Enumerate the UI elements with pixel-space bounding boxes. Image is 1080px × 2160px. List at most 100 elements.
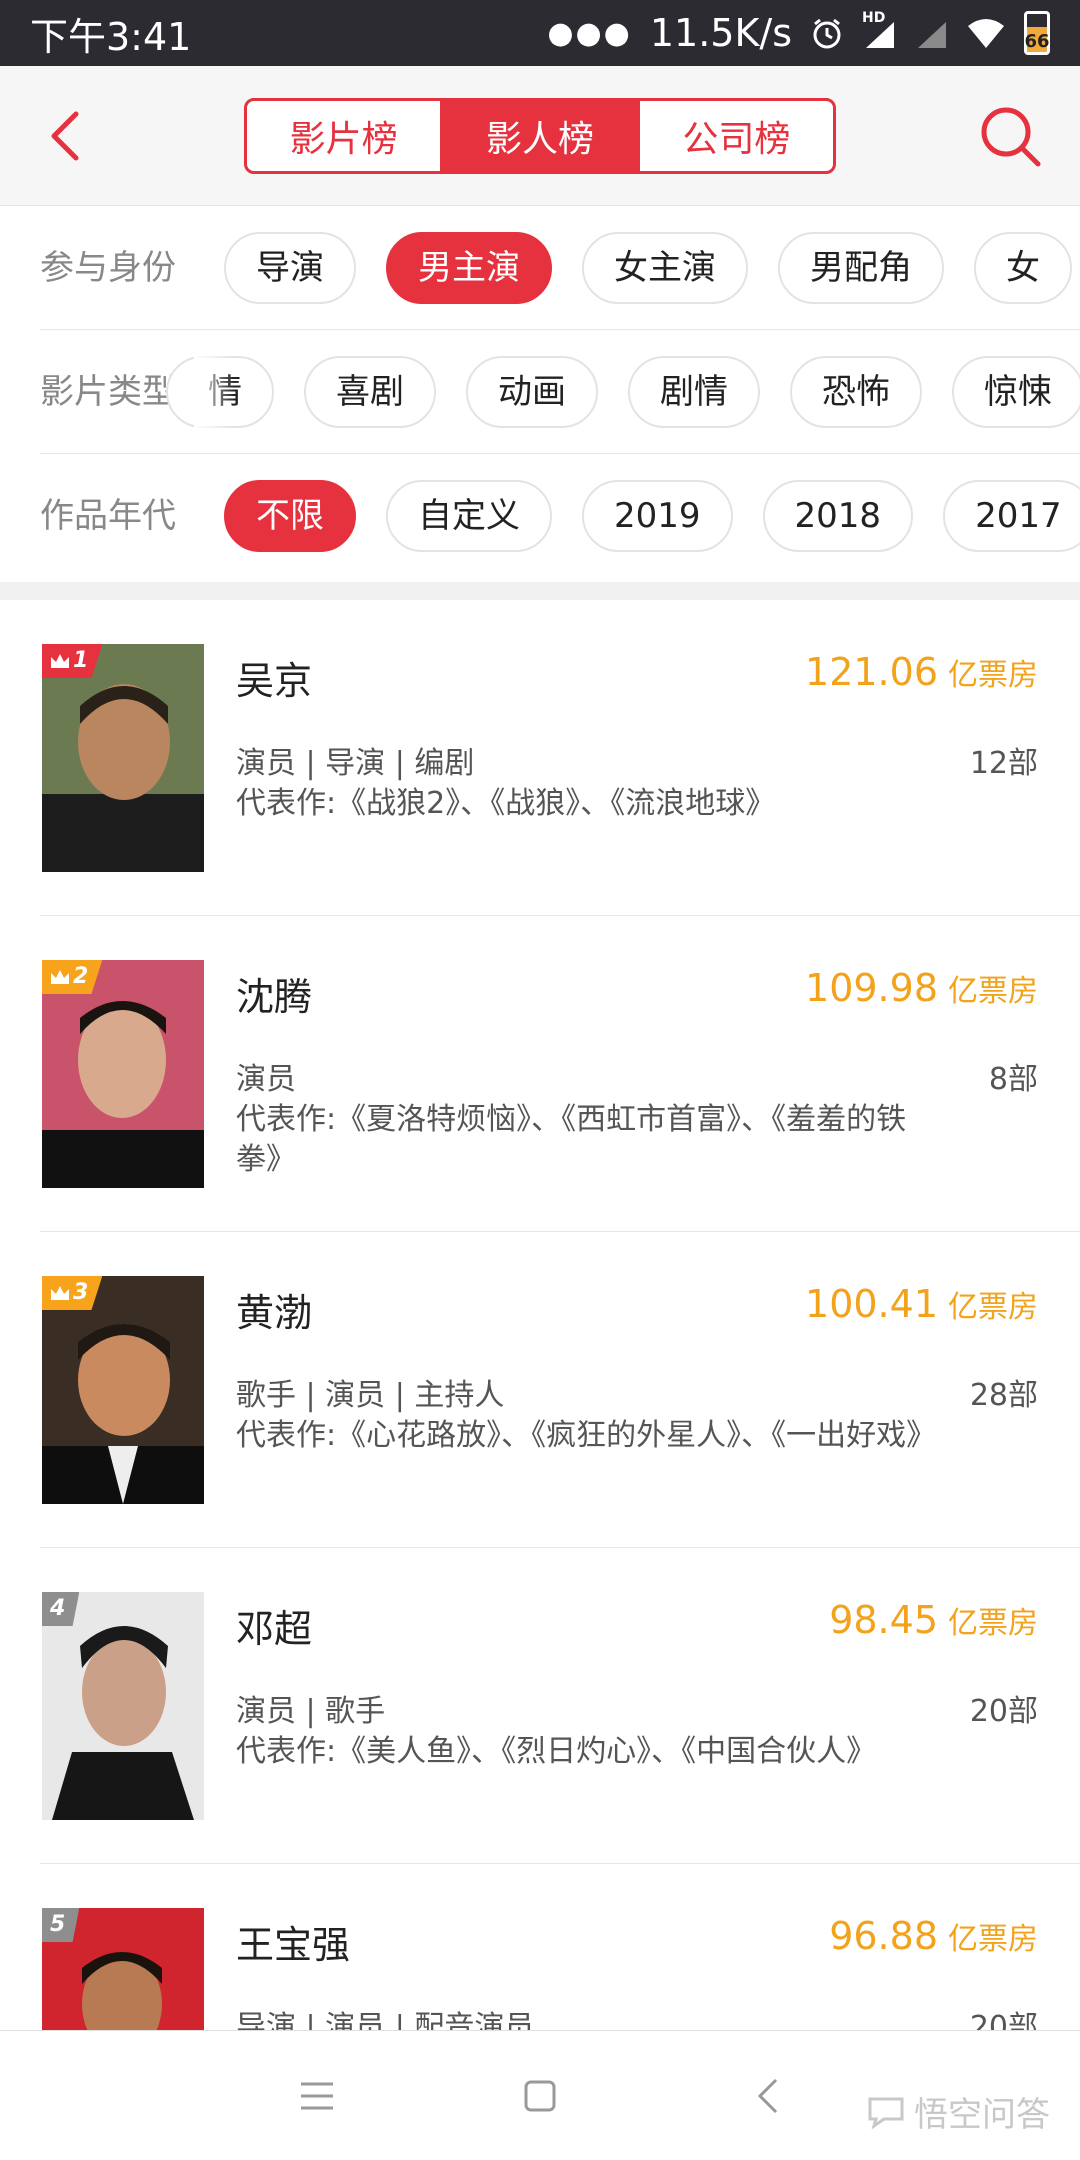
status-bar: 下午3:41 ●●● 11.5K/s HD 66 [0, 0, 1080, 66]
rank-number: 1 [73, 648, 89, 673]
box-office-value: 109.98 [805, 966, 938, 1010]
chip-female-supporting[interactable]: 女 [974, 232, 1072, 304]
system-back-button[interactable] [733, 2061, 803, 2131]
status-time: 下午3:41 [30, 14, 192, 59]
filter-label-genre: 影片类型 [40, 372, 176, 412]
network-speed: 11.5K/s [649, 11, 792, 55]
chip-female-lead[interactable]: 女主演 [582, 232, 748, 304]
system-nav-bar: 悟空问答 [0, 2030, 1080, 2160]
tab-company-ranking[interactable]: 公司榜 [636, 101, 833, 171]
box-office-unit: 亿票房 [948, 1606, 1038, 1641]
box-office-unit: 亿票房 [948, 658, 1038, 693]
box-office: 109.98 亿票房 [805, 966, 1038, 1010]
list-item[interactable]: 1 吴京 121.06 亿票房 演员 | 导演 | 编剧 12部 代表作:《战狼… [0, 600, 1080, 916]
box-office-unit: 亿票房 [948, 1922, 1038, 1957]
tab-film-ranking[interactable]: 影片榜 [247, 101, 440, 171]
top-header: 影片榜 影人榜 公司榜 [0, 66, 1080, 206]
identity-chips: 导演 男主演 女主演 男配角女 [224, 232, 1080, 304]
rank-number: 2 [73, 964, 89, 989]
chip-genre-horror[interactable]: 恐怖 [790, 356, 922, 428]
chip-genre-drama[interactable]: 剧情 [628, 356, 760, 428]
person-roles: 演员 | 歌手 [236, 1694, 386, 1729]
list-item[interactable]: 5 王宝强 96.88 亿票房 导演 | 演员 | 配音演员 20部 [0, 1864, 1080, 2030]
crown-icon [51, 970, 69, 984]
wifi-icon [968, 19, 1004, 48]
avatar: 4 [42, 1592, 204, 1820]
box-office-unit: 亿票房 [948, 1290, 1038, 1325]
person-name: 沈腾 [236, 975, 313, 1019]
watermark: 悟空问答 [866, 2087, 1050, 2136]
chip-male-lead[interactable]: 男主演 [386, 232, 552, 304]
tab-people-ranking[interactable]: 影人榜 [440, 101, 637, 171]
filter-row-genre: 影片类型 情喜剧动画剧情恐怖惊悚 [0, 330, 1080, 454]
box-office: 100.41 亿票房 [805, 1282, 1038, 1326]
person-roles: 导演 | 演员 | 配音演员 [236, 2010, 535, 2030]
rank-number: 3 [73, 1280, 89, 1305]
fade-left [194, 330, 234, 454]
rank-number: 5 [50, 1912, 66, 1937]
home-square-icon [524, 2080, 556, 2112]
chip-era-2018[interactable]: 2018 [762, 480, 914, 552]
back-button[interactable] [36, 106, 96, 166]
more-notifications-icon: ●●● [547, 15, 632, 51]
representative-works: 代表作:《战狼2》、《战狼》、《流浪地球》 [236, 786, 776, 821]
person-roles: 演员 [236, 1062, 296, 1097]
home-button[interactable] [505, 2061, 575, 2131]
avatar: 5 [42, 1908, 204, 2030]
chip-era-any[interactable]: 不限 [224, 480, 356, 552]
app-screen: 下午3:41 ●●● 11.5K/s HD 66 影片榜 影人榜 公司榜 参与身… [0, 0, 1080, 2160]
crown-icon [51, 1286, 69, 1300]
box-office-unit: 亿票房 [948, 974, 1038, 1009]
box-office-value: 100.41 [805, 1282, 938, 1326]
box-office-value: 98.45 [829, 1598, 938, 1642]
section-gap [0, 582, 1080, 600]
filter-label-identity: 参与身份 [40, 248, 176, 288]
chip-era-2017[interactable]: 2017 [943, 480, 1080, 552]
search-icon[interactable] [978, 104, 1042, 168]
filter-row-era: 作品年代 不限 自定义 2019 2018 2017 [0, 454, 1080, 578]
list-item[interactable]: 2 沈腾 109.98 亿票房 演员 8部 代表作:《夏洛特烦恼》、《西虹市首富… [0, 916, 1080, 1232]
avatar: 1 [42, 644, 204, 872]
box-office: 98.45 亿票房 [829, 1598, 1038, 1642]
filter-panel: 参与身份 导演男主演女主演男配角女 影片类型 情喜剧动画剧情恐怖惊悚 作品年代 … [0, 206, 1080, 582]
representative-works: 代表作:《夏洛特烦恼》、《西虹市首富》、《羞羞的铁拳》 [236, 1102, 907, 1177]
filter-label-era: 作品年代 [40, 496, 176, 536]
back-arrow-icon [51, 111, 79, 161]
works-count: 20部 [969, 2010, 1038, 2030]
ranking-tabs: 影片榜 影人榜 公司榜 [244, 98, 836, 174]
hd-signal-icon: HD [862, 10, 896, 50]
avatar: 2 [42, 960, 204, 1188]
chat-bubble-icon [868, 2097, 904, 2129]
status-right: ●●● 11.5K/s HD 66 [547, 10, 1050, 55]
works-count: 28部 [969, 1378, 1038, 1413]
list-item[interactable]: 4 邓超 98.45 亿票房 演员 | 歌手 20部 代表作:《美人鱼》、《烈日… [0, 1548, 1080, 1864]
person-name: 邓超 [236, 1607, 313, 1651]
chip-era-custom[interactable]: 自定义 [386, 480, 552, 552]
genre-chips: 情喜剧动画剧情恐怖惊悚 [166, 356, 1080, 428]
person-roles: 演员 | 导演 | 编剧 [236, 746, 475, 781]
watermark-text: 悟空问答 [914, 2095, 1050, 2135]
person-name: 黄渤 [236, 1291, 313, 1335]
chip-genre-thriller[interactable]: 惊悚 [952, 356, 1080, 428]
battery-icon: 66 [1024, 11, 1050, 55]
chip-era-2019[interactable]: 2019 [582, 480, 733, 552]
works-count: 12部 [969, 746, 1038, 781]
chip-genre-animation[interactable]: 动画 [466, 356, 598, 428]
battery-level: 66 [1024, 31, 1050, 52]
person-roles: 歌手 | 演员 | 主持人 [236, 1378, 505, 1413]
chip-genre-comedy[interactable]: 喜剧 [304, 356, 436, 428]
person-name: 王宝强 [236, 1923, 351, 1967]
era-chips: 不限 自定义 2019 2018 2017 [224, 480, 1080, 552]
chip-director[interactable]: 导演 [224, 232, 356, 304]
box-office-value: 96.88 [829, 1914, 938, 1958]
back-triangle-icon [757, 2078, 778, 2114]
representative-works: 代表作:《心花路放》、《疯狂的外星人》、《一出好戏》 [236, 1418, 937, 1453]
menu-button[interactable] [282, 2061, 352, 2131]
rank-number: 4 [50, 1596, 66, 1621]
chip-male-supporting[interactable]: 男配角 [778, 232, 944, 304]
list-item[interactable]: 3 黄渤 100.41 亿票房 歌手 | 演员 | 主持人 28部 代表作:《心… [0, 1232, 1080, 1548]
signal-icon [918, 22, 946, 48]
representative-works: 代表作:《美人鱼》、《烈日灼心》、《中国合伙人》 [236, 1734, 877, 1769]
filter-row-identity: 参与身份 导演 男主演 女主演 男配角女 [0, 206, 1080, 330]
person-name: 吴京 [236, 659, 313, 703]
